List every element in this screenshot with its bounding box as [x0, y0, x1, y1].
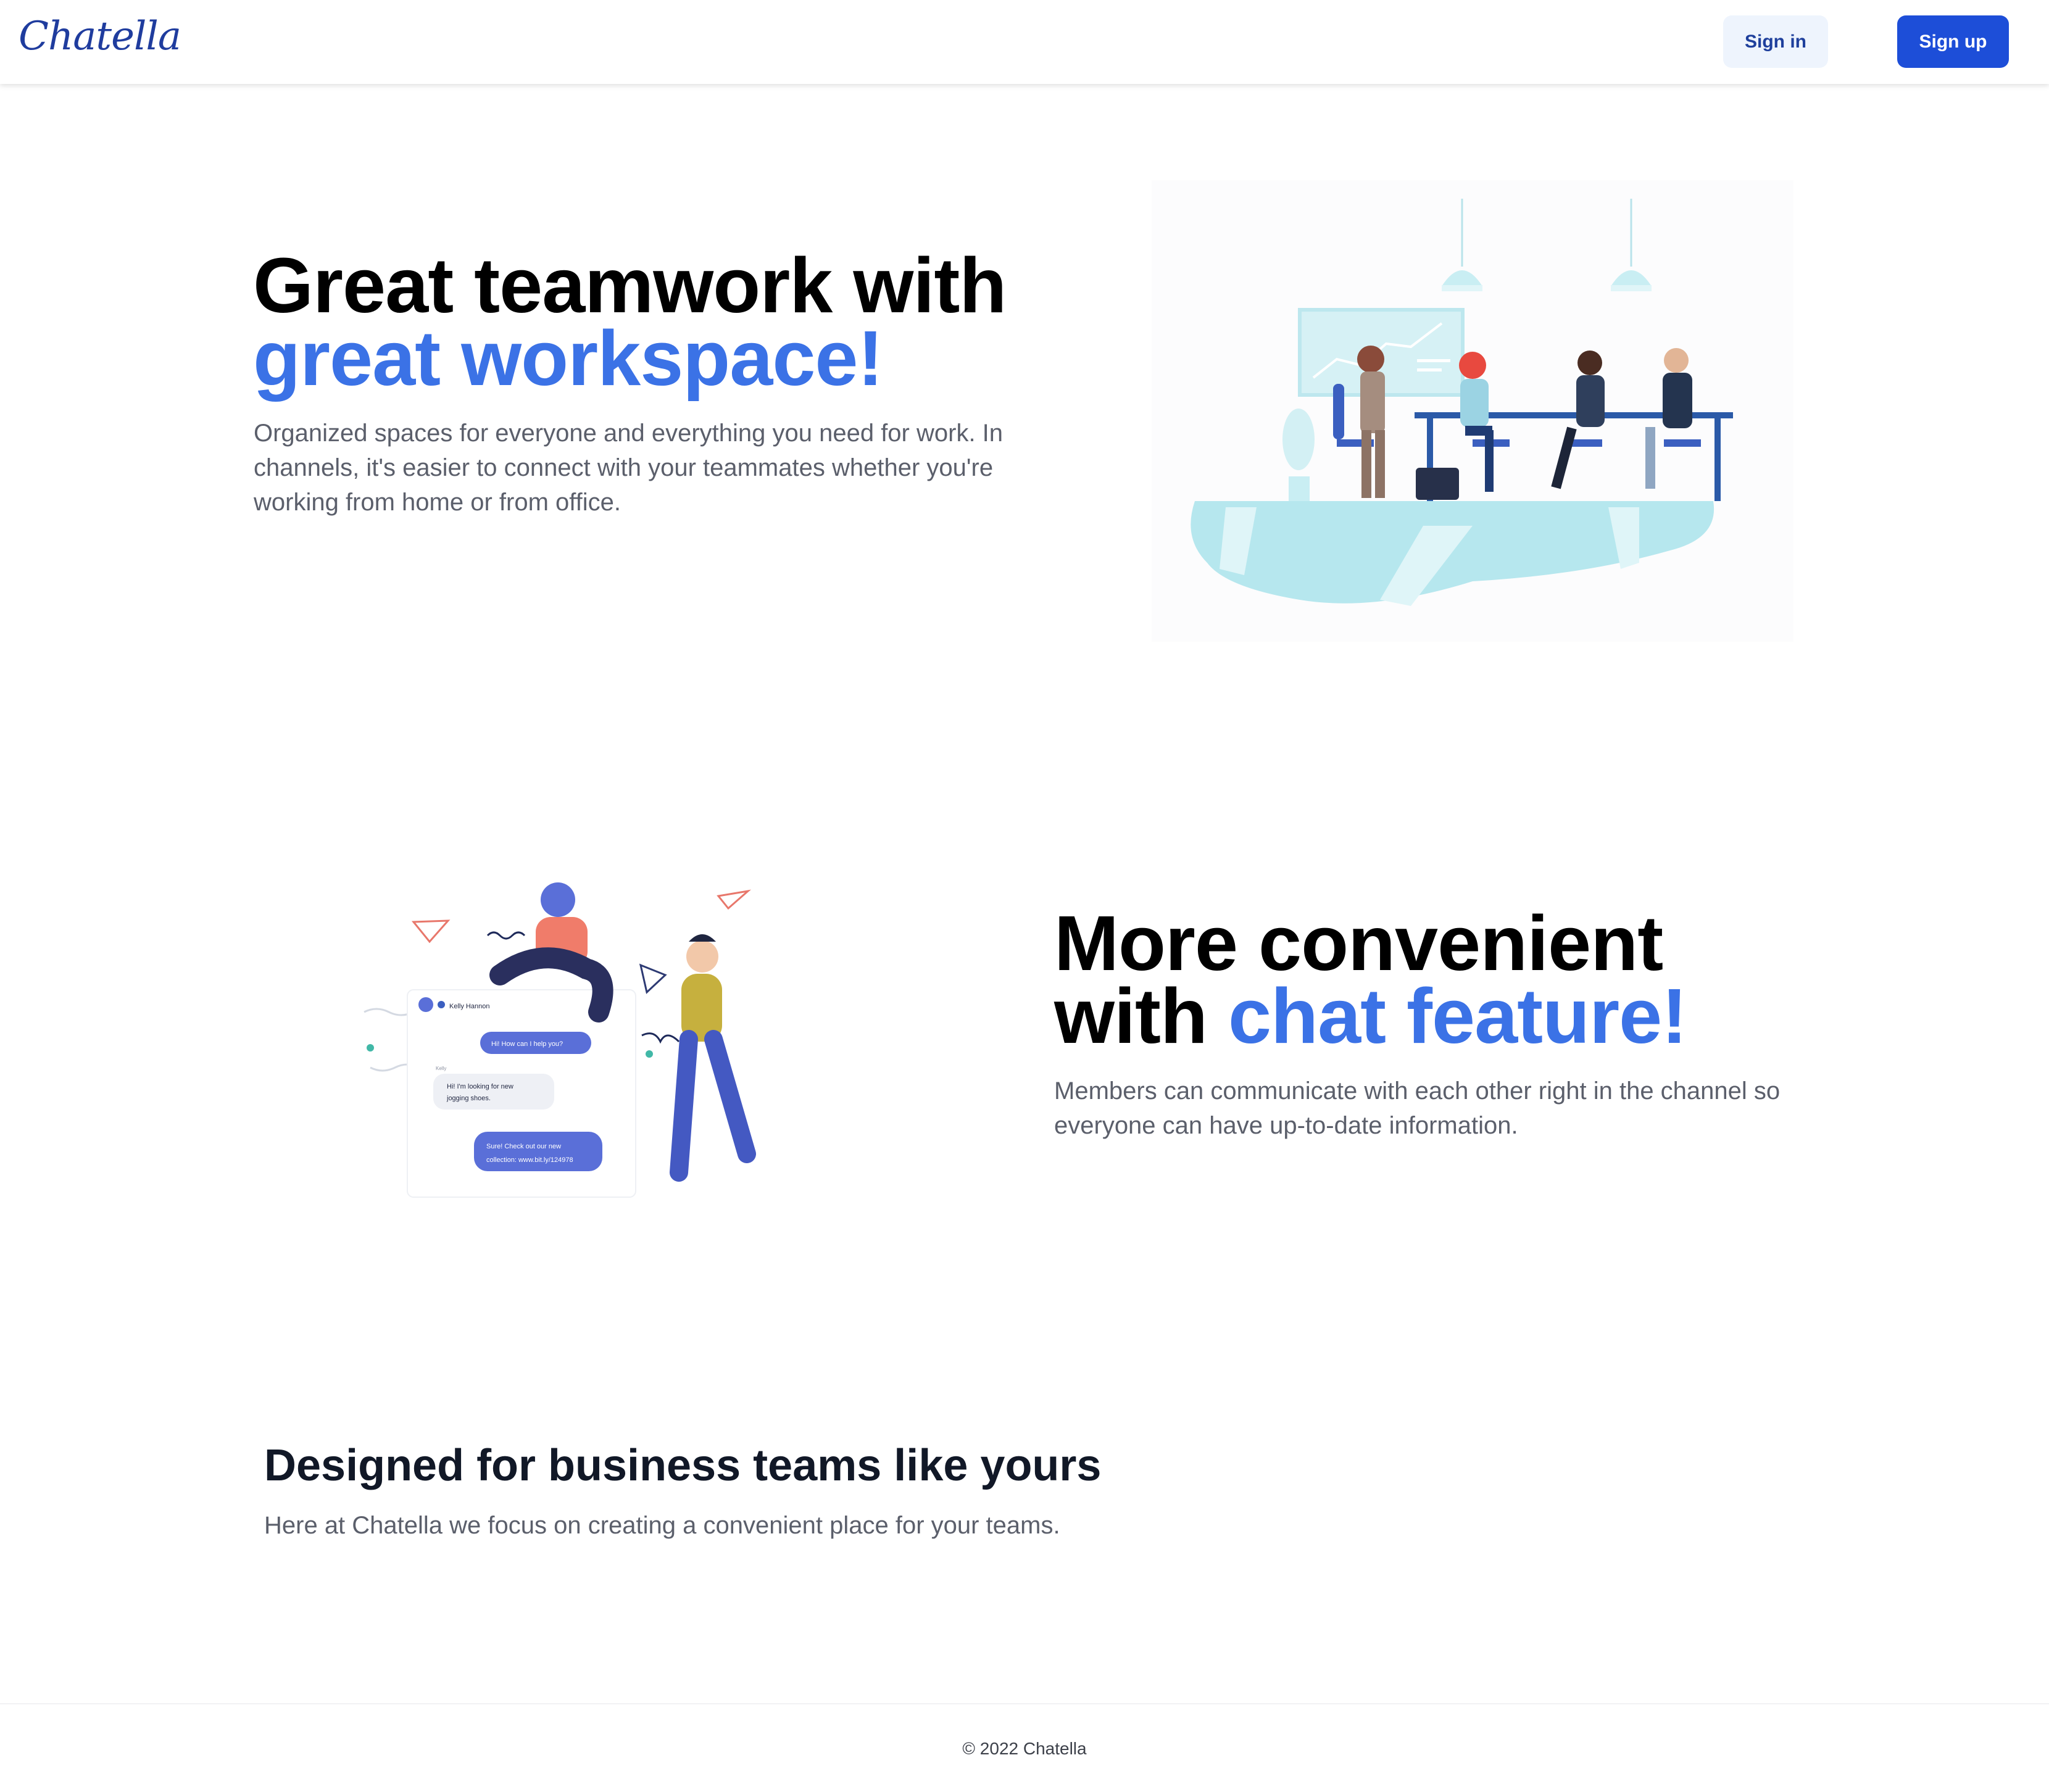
chat-contact-name: Kelly Hannon: [449, 1003, 489, 1010]
hero-title-line1: Great teamwork with: [253, 242, 1007, 329]
chat-section-description: Members can communicate with each other …: [1054, 1077, 1781, 1139]
chat-message-3-line2: collection: www.bit.ly/124978: [486, 1156, 573, 1164]
business-section-subtitle: Here at Chatella we focus on creating a …: [264, 1512, 1060, 1539]
sign-in-button[interactable]: Sign in: [1723, 15, 1828, 68]
chat-illustration: Kelly Hannon Hi! How can I help you? Kel…: [346, 864, 790, 1209]
team-meeting-illustration: [1152, 180, 1793, 642]
top-navbar: Chatella Sign in Sign up: [0, 0, 2049, 84]
copyright-text: © 2022 Chatella: [962, 1739, 1087, 1758]
chat-title-line1: More convenient: [1054, 900, 1663, 987]
team-meeting-svg: [1191, 199, 1733, 606]
hero-title-line2: great workspace!: [253, 315, 883, 402]
chat-title-line2: with chat feature!: [1054, 977, 1687, 1055]
hero-description: Organized spaces for everyone and everyt…: [254, 420, 1004, 516]
chat-message-1: Hi! How can I help you?: [491, 1040, 563, 1048]
chat-section-title: More convenient with chat feature!: [1054, 900, 1687, 1055]
chat-illustration-svg: Kelly Hannon Hi! How can I help you? Kel…: [364, 882, 756, 1198]
paper-plane-icon: [639, 963, 667, 994]
business-section-title: Designed for business teams like yours: [264, 1441, 1102, 1490]
chat-message-2-line2: jogging shoes.: [446, 1095, 491, 1102]
chatella-logo[interactable]: Chatella: [19, 14, 181, 59]
chat-sender-label: Kelly: [436, 1066, 446, 1071]
hero-title: Great teamwork with great workspace!: [253, 242, 1007, 402]
paper-plane-icon: [717, 889, 751, 910]
chat-title-accent: chat feature!: [1228, 973, 1687, 1060]
chat-message-2-line1: Hi! I'm looking for new: [447, 1083, 513, 1090]
sign-up-button[interactable]: Sign up: [1897, 15, 2009, 68]
chat-message-3-line1: Sure! Check out our new: [486, 1143, 561, 1150]
paper-plane-icon: [411, 919, 451, 944]
footer: © 2022 Chatella: [0, 1703, 2049, 1792]
chat-title-plain: with: [1054, 973, 1228, 1060]
